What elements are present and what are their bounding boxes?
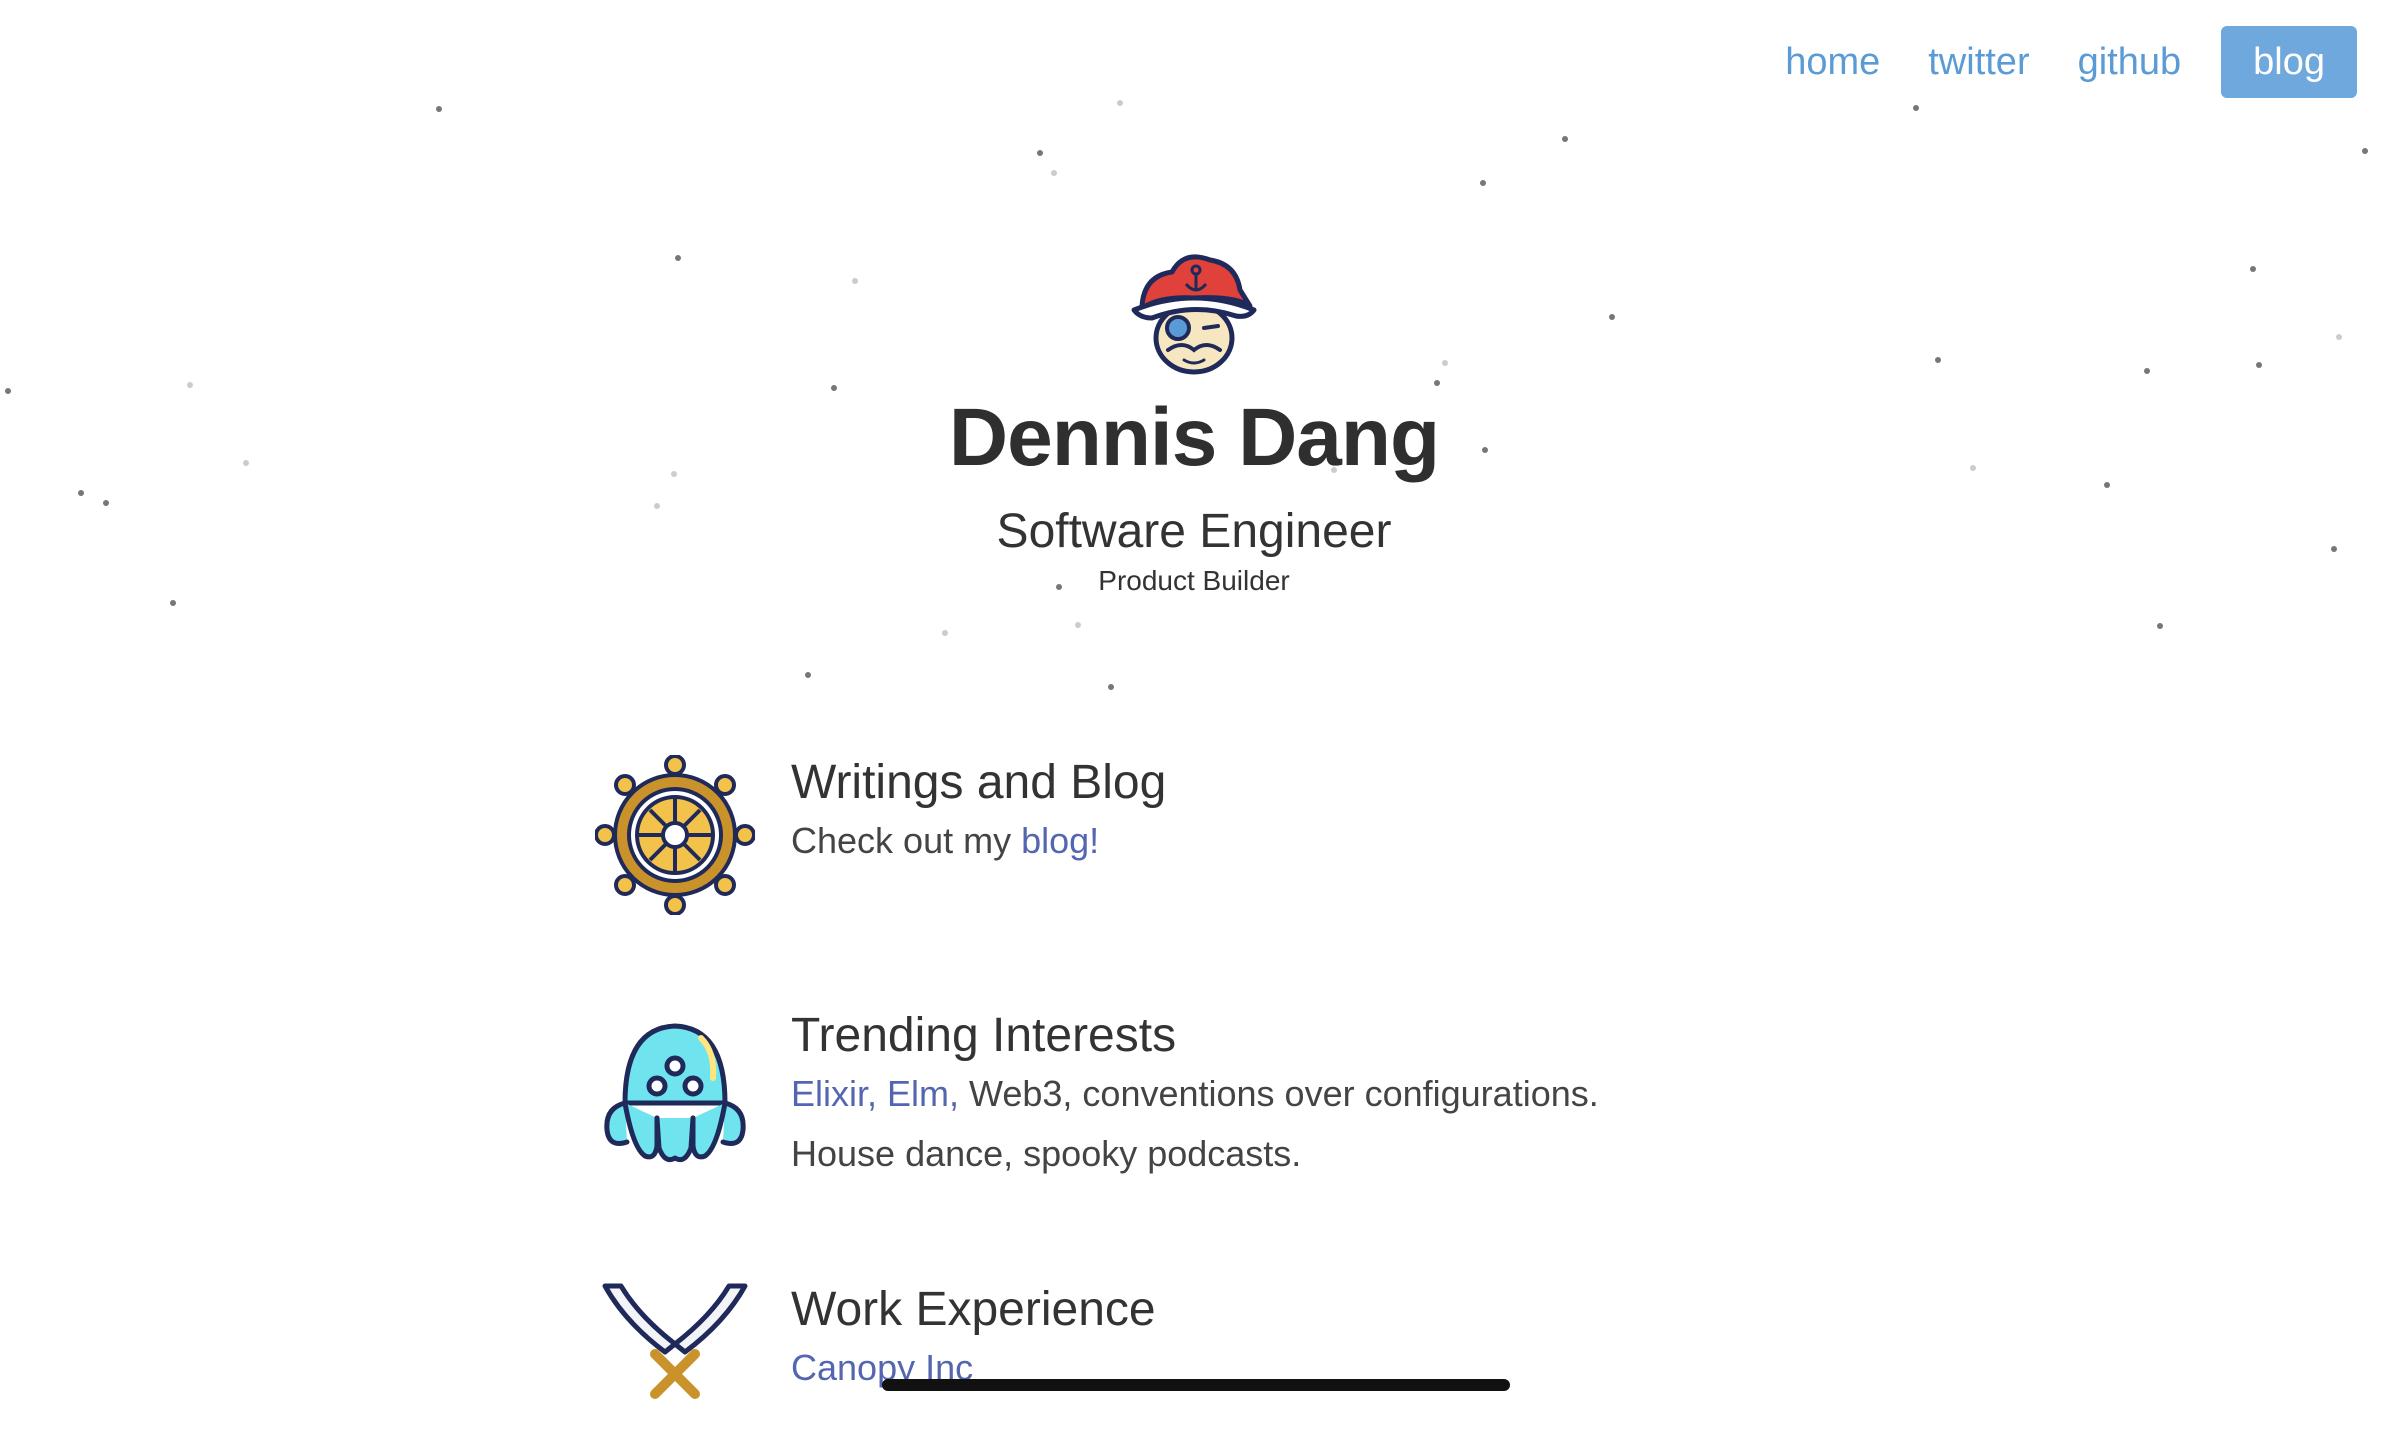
octopus-icon bbox=[604, 1023, 746, 1163]
ship-wheel-icon bbox=[595, 755, 755, 915]
star-dot bbox=[170, 600, 176, 606]
section-interests: Trending Interests Elixir, Elm, Web3, co… bbox=[595, 1008, 1895, 1184]
star-dot bbox=[1108, 684, 1114, 690]
hero: Dennis Dang Software Engineer Product Bu… bbox=[0, 246, 2388, 598]
star-dot bbox=[1480, 180, 1486, 186]
star-dot bbox=[1075, 622, 1081, 628]
starfield-background bbox=[0, 0, 2388, 1403]
page-title: Dennis Dang bbox=[948, 392, 1440, 483]
interests-line-1-rest: Web3, conventions over configurations. bbox=[959, 1073, 1599, 1114]
section-writings: Writings and Blog Check out my blog! bbox=[595, 755, 1895, 915]
section-work: Work Experience Canopy Inc bbox=[595, 1282, 1895, 1442]
star-dot bbox=[1117, 100, 1123, 106]
nav-github-link[interactable]: github bbox=[2054, 26, 2206, 98]
section-title: Writings and Blog bbox=[791, 756, 1167, 809]
star-dot bbox=[2362, 148, 2368, 154]
top-nav: home twitter github blog bbox=[1761, 26, 2357, 98]
star-dot bbox=[1913, 105, 1919, 111]
job-title: Software Engineer bbox=[996, 505, 1392, 558]
section-text: Check out my blog! bbox=[791, 811, 1166, 871]
star-dot bbox=[2157, 623, 2163, 629]
star-dot bbox=[805, 672, 811, 678]
star-dot bbox=[436, 106, 442, 112]
star-dot bbox=[1037, 150, 1043, 156]
elixir-link[interactable]: Elixir, bbox=[791, 1073, 877, 1114]
home-indicator bbox=[882, 1379, 1510, 1391]
nav-blog-link[interactable]: blog bbox=[2221, 26, 2357, 98]
crossed-swords-icon bbox=[602, 1283, 748, 1399]
star-dot bbox=[1562, 136, 1568, 142]
section-title: Trending Interests bbox=[791, 1009, 1177, 1062]
section-text-prefix: Check out my bbox=[791, 820, 1022, 861]
section-title: Work Experience bbox=[791, 1283, 1156, 1336]
pirate-avatar-icon bbox=[1131, 254, 1257, 375]
blog-link[interactable]: blog! bbox=[1021, 820, 1099, 861]
interests-line-2: House dance, spooky podcasts. bbox=[791, 1133, 1302, 1174]
job-subtitle: Product Builder bbox=[1098, 565, 1290, 596]
star-dot bbox=[1051, 170, 1057, 176]
nav-twitter-link[interactable]: twitter bbox=[1904, 26, 2053, 98]
interests-line-1: Elixir, Elm, Web3, conventions over conf… bbox=[791, 1064, 1599, 1124]
star-dot bbox=[942, 630, 948, 636]
nav-home-link[interactable]: home bbox=[1761, 26, 1904, 98]
elm-link[interactable]: Elm, bbox=[887, 1073, 959, 1114]
